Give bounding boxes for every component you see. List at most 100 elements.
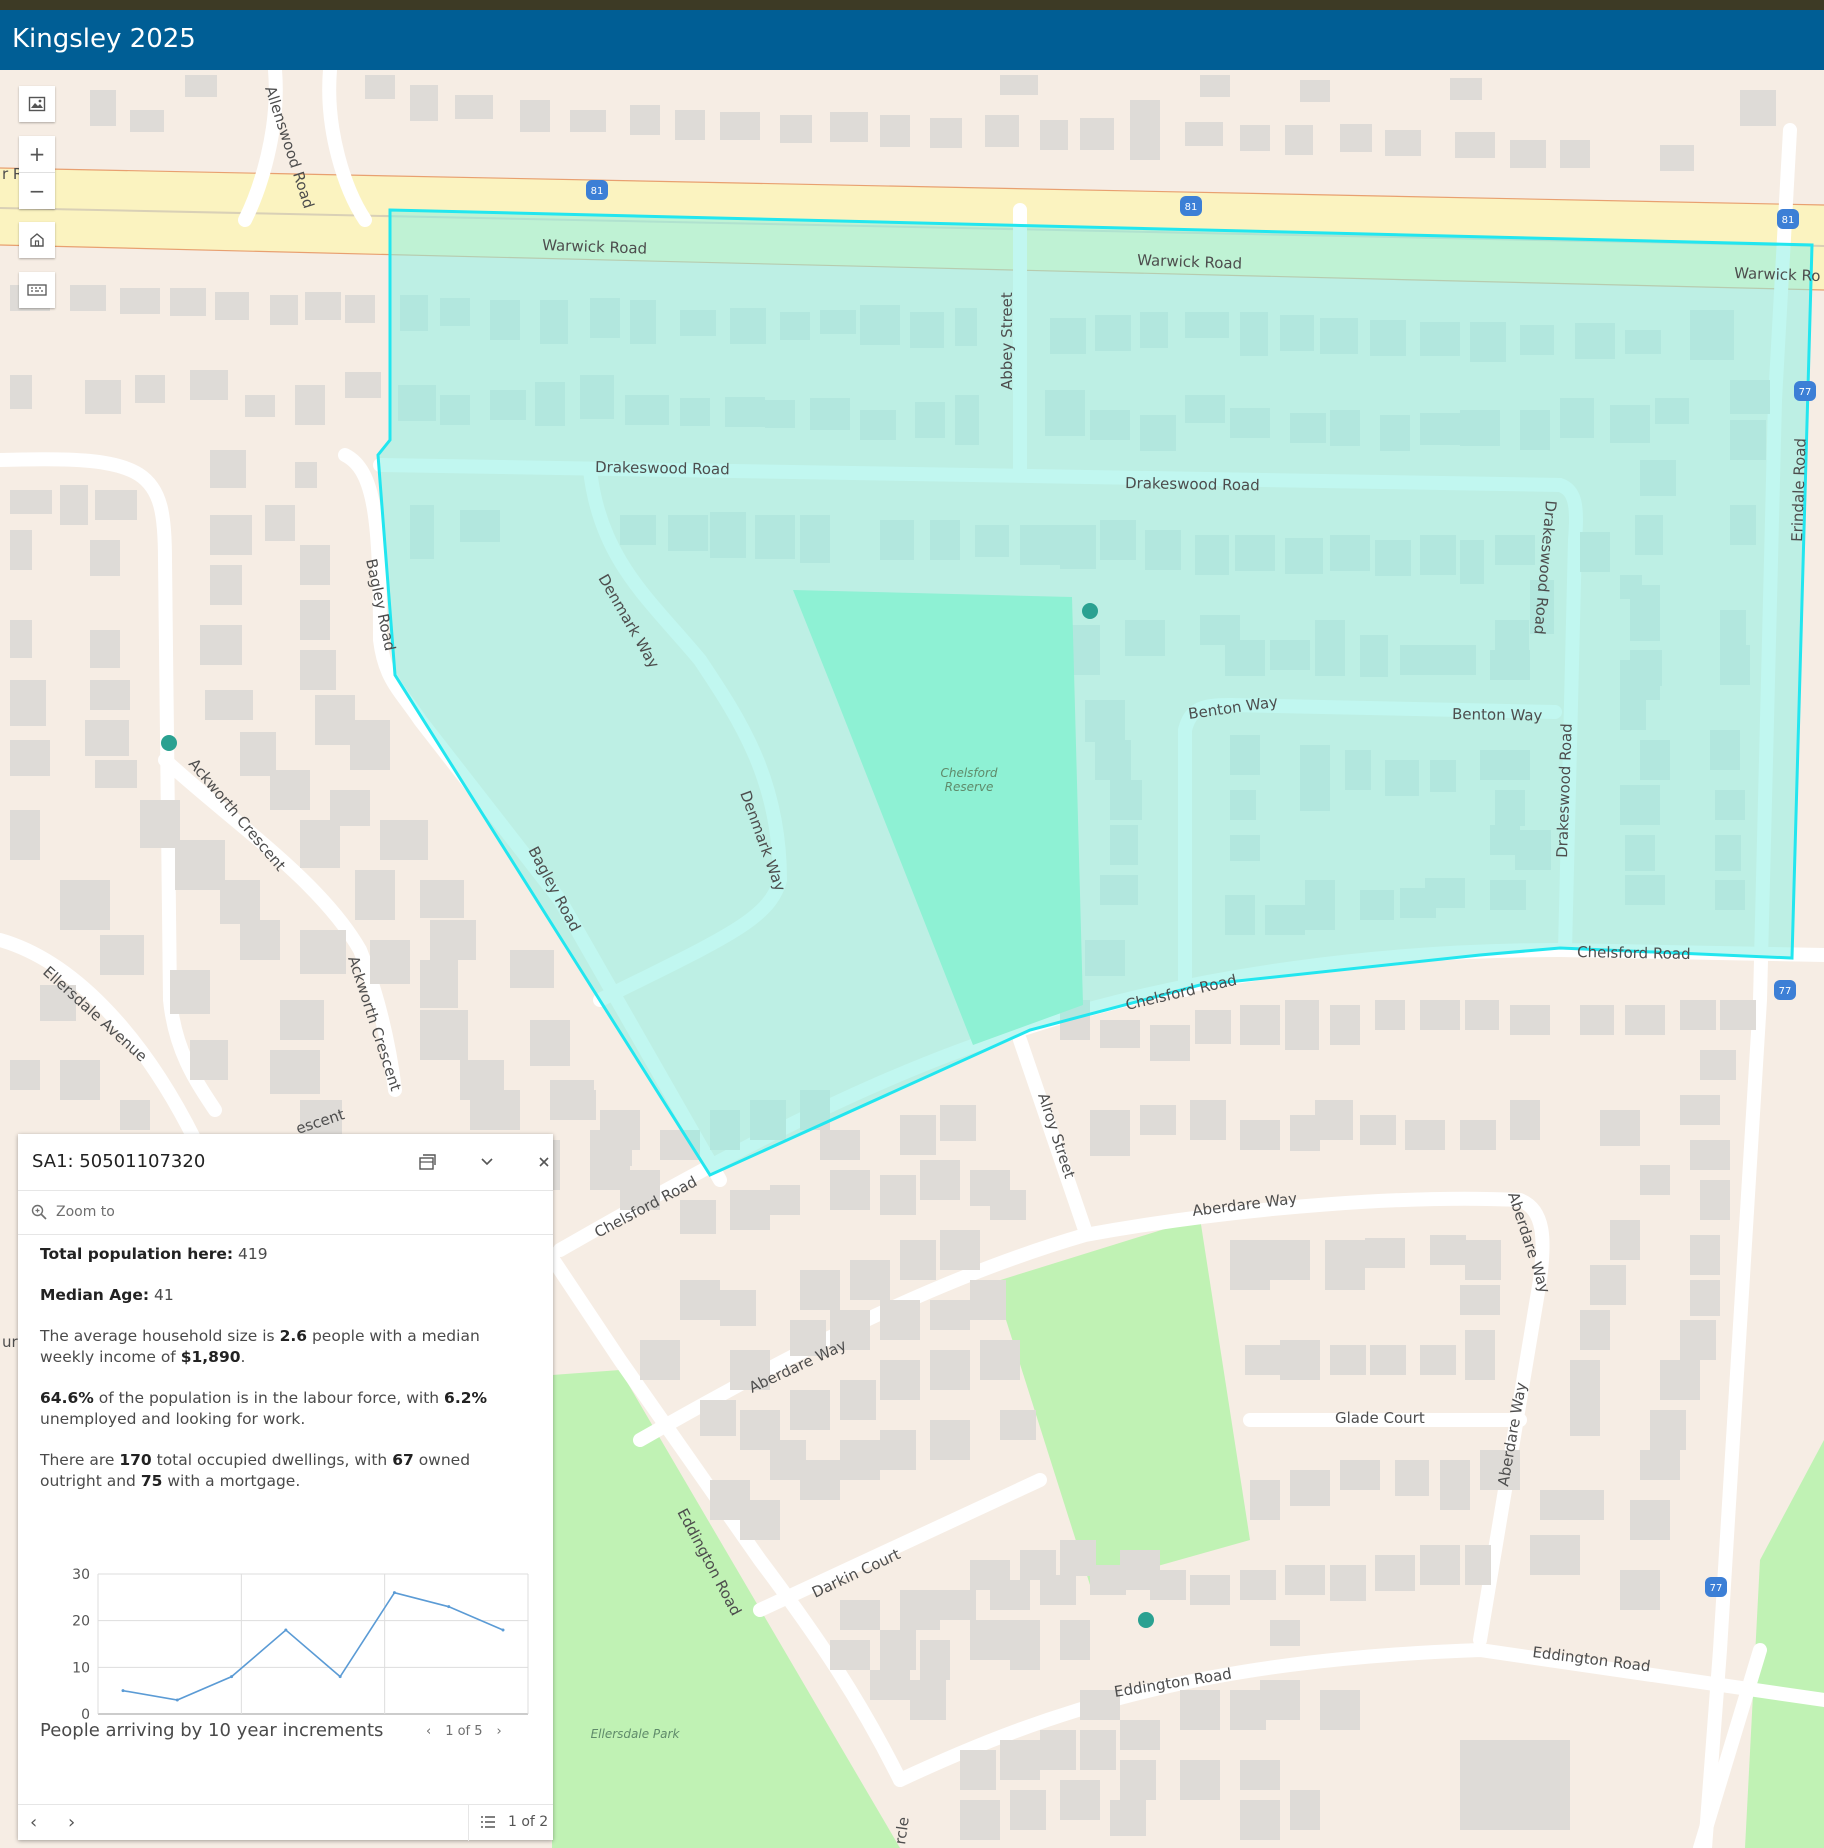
svg-text:81: 81 [591, 186, 604, 197]
dock-button[interactable] [413, 1148, 441, 1176]
app-title: Kingsley 2025 [12, 24, 196, 54]
chart-data-point [230, 1675, 234, 1679]
zoom-in-button[interactable]: + [19, 136, 55, 172]
keyboard-icon [27, 284, 47, 296]
park-label: Chelsford [940, 766, 997, 780]
chart-y-tick-label: 30 [72, 1567, 90, 1583]
app-header: Kingsley 2025 [0, 10, 1824, 70]
dwellings-line: There are 170 total occupied dwellings, … [40, 1450, 530, 1492]
home-icon [30, 233, 44, 247]
svg-text:77: 77 [1799, 387, 1812, 398]
population-value: 419 [238, 1245, 268, 1263]
labour-text: unemployed and looking for work. [40, 1410, 306, 1428]
household-size: 2.6 [279, 1327, 308, 1345]
svg-text:81: 81 [1185, 202, 1198, 213]
basemap-gallery-icon [28, 96, 46, 112]
close-button[interactable] [530, 1148, 558, 1176]
svg-text:81: 81 [1782, 215, 1795, 226]
chart-y-tick-label: 20 [72, 1614, 90, 1630]
collapse-button[interactable] [473, 1148, 501, 1176]
park-label: Ellersdale Park [591, 1727, 681, 1741]
median-age-value: 41 [153, 1286, 174, 1304]
zoom-to-label: Zoom to [56, 1204, 115, 1220]
basemap-control [19, 86, 55, 122]
route-81-shield: 81 [586, 180, 608, 200]
footer-divider [468, 1805, 469, 1841]
chart-next-button[interactable]: › [497, 1724, 502, 1739]
road-label: Warwick Road [542, 236, 648, 258]
chart-data-point [392, 1591, 396, 1595]
keyboard-button[interactable] [19, 272, 55, 308]
route-77-shield: 77 [1774, 980, 1796, 1000]
road-label: Drakeswood Road [595, 458, 730, 478]
dwellings-value: 170 [119, 1451, 152, 1469]
household-text: The average household size is [40, 1327, 275, 1345]
zoom-to-action[interactable]: Zoom to [18, 1190, 553, 1235]
popup-header: SA1: 50501107320 [18, 1134, 553, 1191]
zoom-to-icon [31, 1204, 47, 1220]
keyboard-control [19, 272, 55, 308]
labour-text: of the population is in the labour force… [98, 1389, 440, 1407]
road-label: rcle [891, 1816, 913, 1846]
svg-text:77: 77 [1710, 1583, 1723, 1594]
population-label: Total population here: [40, 1245, 234, 1263]
household-line: The average household size is 2.6 people… [40, 1326, 530, 1368]
popup-title: SA1: 50501107320 [32, 1151, 206, 1172]
dock-icon [419, 1154, 436, 1170]
next-feature-button[interactable]: › [68, 1812, 75, 1833]
chart-data-point [121, 1689, 125, 1693]
road-label: Benton Way [1452, 705, 1543, 725]
road-label: Abbey Street [998, 292, 1016, 390]
dwellings-text: total occupied dwellings, with [156, 1451, 388, 1469]
route-77-shield: 77 [1794, 381, 1816, 401]
household-text: . [240, 1348, 246, 1366]
median-age-label: Median Age: [40, 1286, 150, 1304]
chevron-down-icon [481, 1158, 493, 1166]
window-top-strip [0, 0, 1824, 10]
zoom-out-button[interactable]: − [19, 172, 55, 209]
close-icon [539, 1157, 549, 1167]
chart-prev-button[interactable]: ‹ [426, 1724, 431, 1739]
chart-series-line [122, 1591, 504, 1701]
basemap-gallery-button[interactable] [19, 86, 55, 122]
dwellings-text: There are [40, 1451, 115, 1469]
median-age-line: Median Age: 41 [40, 1285, 530, 1306]
chart-page-indicator: 1 of 5 [445, 1724, 483, 1739]
home-button[interactable] [19, 222, 55, 258]
feature-count: 1 of 2 [508, 1814, 549, 1830]
chart-pager: ‹ 1 of 5 › [426, 1724, 502, 1739]
population-line: Total population here: 419 [40, 1244, 530, 1265]
mortgage-value: 75 [140, 1472, 163, 1490]
road-label: Erindale Road [1788, 438, 1810, 542]
chart-data-point [175, 1698, 179, 1702]
park-marker-icon[interactable] [1082, 603, 1098, 619]
previous-feature-button[interactable]: ‹ [30, 1812, 37, 1833]
chart-data-point [447, 1605, 451, 1609]
labour-line: 64.6% of the population is in the labour… [40, 1388, 530, 1430]
park-marker-icon[interactable] [1138, 1612, 1154, 1628]
owned-value: 67 [392, 1451, 414, 1469]
road-label: Glade Court [1335, 1409, 1425, 1427]
popup-footer: ‹ › 1 of 2 [18, 1804, 553, 1841]
zoom-control: + − [19, 136, 55, 209]
road-label: Drakeswood Road [1125, 474, 1260, 494]
home-control [19, 222, 55, 258]
road-label: Chelsford Road [1577, 943, 1691, 963]
park-label: Reserve [945, 780, 994, 794]
route-77-shield: 77 [1705, 1577, 1727, 1597]
chart-data-point [338, 1675, 342, 1679]
feature-list-icon[interactable] [480, 1815, 496, 1829]
chart-data-point [501, 1628, 505, 1632]
svg-text:77: 77 [1779, 986, 1792, 997]
road-label: Warwick Road [1137, 251, 1243, 273]
household-income: $1,890 [180, 1348, 241, 1366]
labour-force-value: 64.6% [40, 1389, 94, 1407]
road-label: Warwick Ro [1734, 264, 1821, 285]
feature-popup: SA1: 50501107320 Zoom to Total populatio… [18, 1134, 553, 1841]
route-81-shield: 81 [1180, 196, 1202, 216]
popup-content: Total population here: 419 Median Age: 4… [40, 1244, 530, 1512]
park-marker-icon[interactable] [161, 735, 177, 751]
dwellings-text: with a mortgage. [167, 1472, 301, 1490]
unemployed-value: 6.2% [444, 1389, 488, 1407]
chart-data-point [284, 1628, 288, 1632]
